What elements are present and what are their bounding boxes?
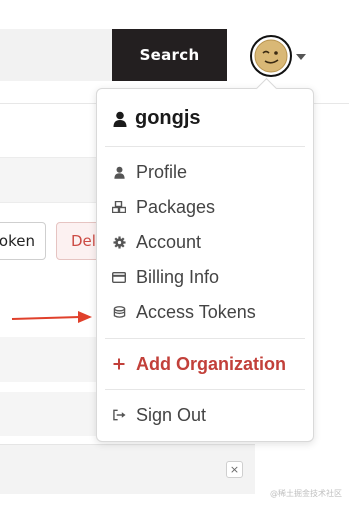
menu-item-label: Add Organization bbox=[136, 353, 286, 374]
close-icon[interactable]: × bbox=[226, 461, 243, 478]
arrow-annotation-icon bbox=[11, 311, 92, 323]
chevron-down-icon[interactable] bbox=[296, 54, 306, 60]
search-button[interactable]: Search bbox=[112, 29, 227, 81]
menu-item-add-organization[interactable]: Add Organization bbox=[112, 351, 286, 377]
menu-item-label: Profile bbox=[136, 161, 188, 182]
background-row bbox=[0, 337, 100, 382]
menu-item-access-tokens[interactable]: Access Tokens bbox=[112, 299, 256, 325]
packages-icon bbox=[112, 200, 126, 214]
plus-icon bbox=[112, 357, 126, 371]
dropdown-user: gongjs bbox=[113, 107, 201, 130]
tokens-icon bbox=[112, 305, 126, 319]
dropdown-username: gongjs bbox=[135, 107, 201, 129]
sign-out-icon bbox=[112, 408, 126, 422]
divider bbox=[105, 146, 305, 147]
menu-item-account[interactable]: Account bbox=[112, 229, 201, 255]
background-row bbox=[0, 444, 255, 494]
watermark: @稀土掘金技术社区 bbox=[270, 489, 342, 498]
divider bbox=[105, 389, 305, 390]
menu-item-label: Sign Out bbox=[136, 404, 207, 425]
menu-item-packages[interactable]: Packages bbox=[112, 194, 215, 220]
background-row bbox=[0, 392, 100, 436]
menu-item-label: Access Tokens bbox=[136, 301, 256, 322]
avatar-button[interactable] bbox=[250, 35, 292, 77]
menu-item-label: Packages bbox=[136, 196, 216, 217]
menu-item-billing-info[interactable]: Billing Info bbox=[112, 264, 219, 290]
gear-icon bbox=[112, 235, 126, 249]
avatar bbox=[254, 39, 288, 73]
credit-card-icon bbox=[112, 270, 126, 284]
generate-token-button[interactable]: oken bbox=[0, 222, 46, 260]
user-icon bbox=[113, 111, 127, 127]
divider bbox=[105, 338, 305, 339]
user-icon bbox=[112, 165, 126, 179]
menu-item-sign-out[interactable]: Sign Out bbox=[112, 402, 206, 428]
background-row bbox=[0, 157, 100, 203]
menu-item-profile[interactable]: Profile bbox=[112, 159, 187, 185]
search-input[interactable] bbox=[0, 29, 113, 81]
menu-item-label: Account bbox=[136, 231, 202, 252]
user-dropdown-menu: gongjs Profile Packages Account Billing … bbox=[96, 88, 314, 442]
menu-item-label: Billing Info bbox=[136, 266, 220, 287]
